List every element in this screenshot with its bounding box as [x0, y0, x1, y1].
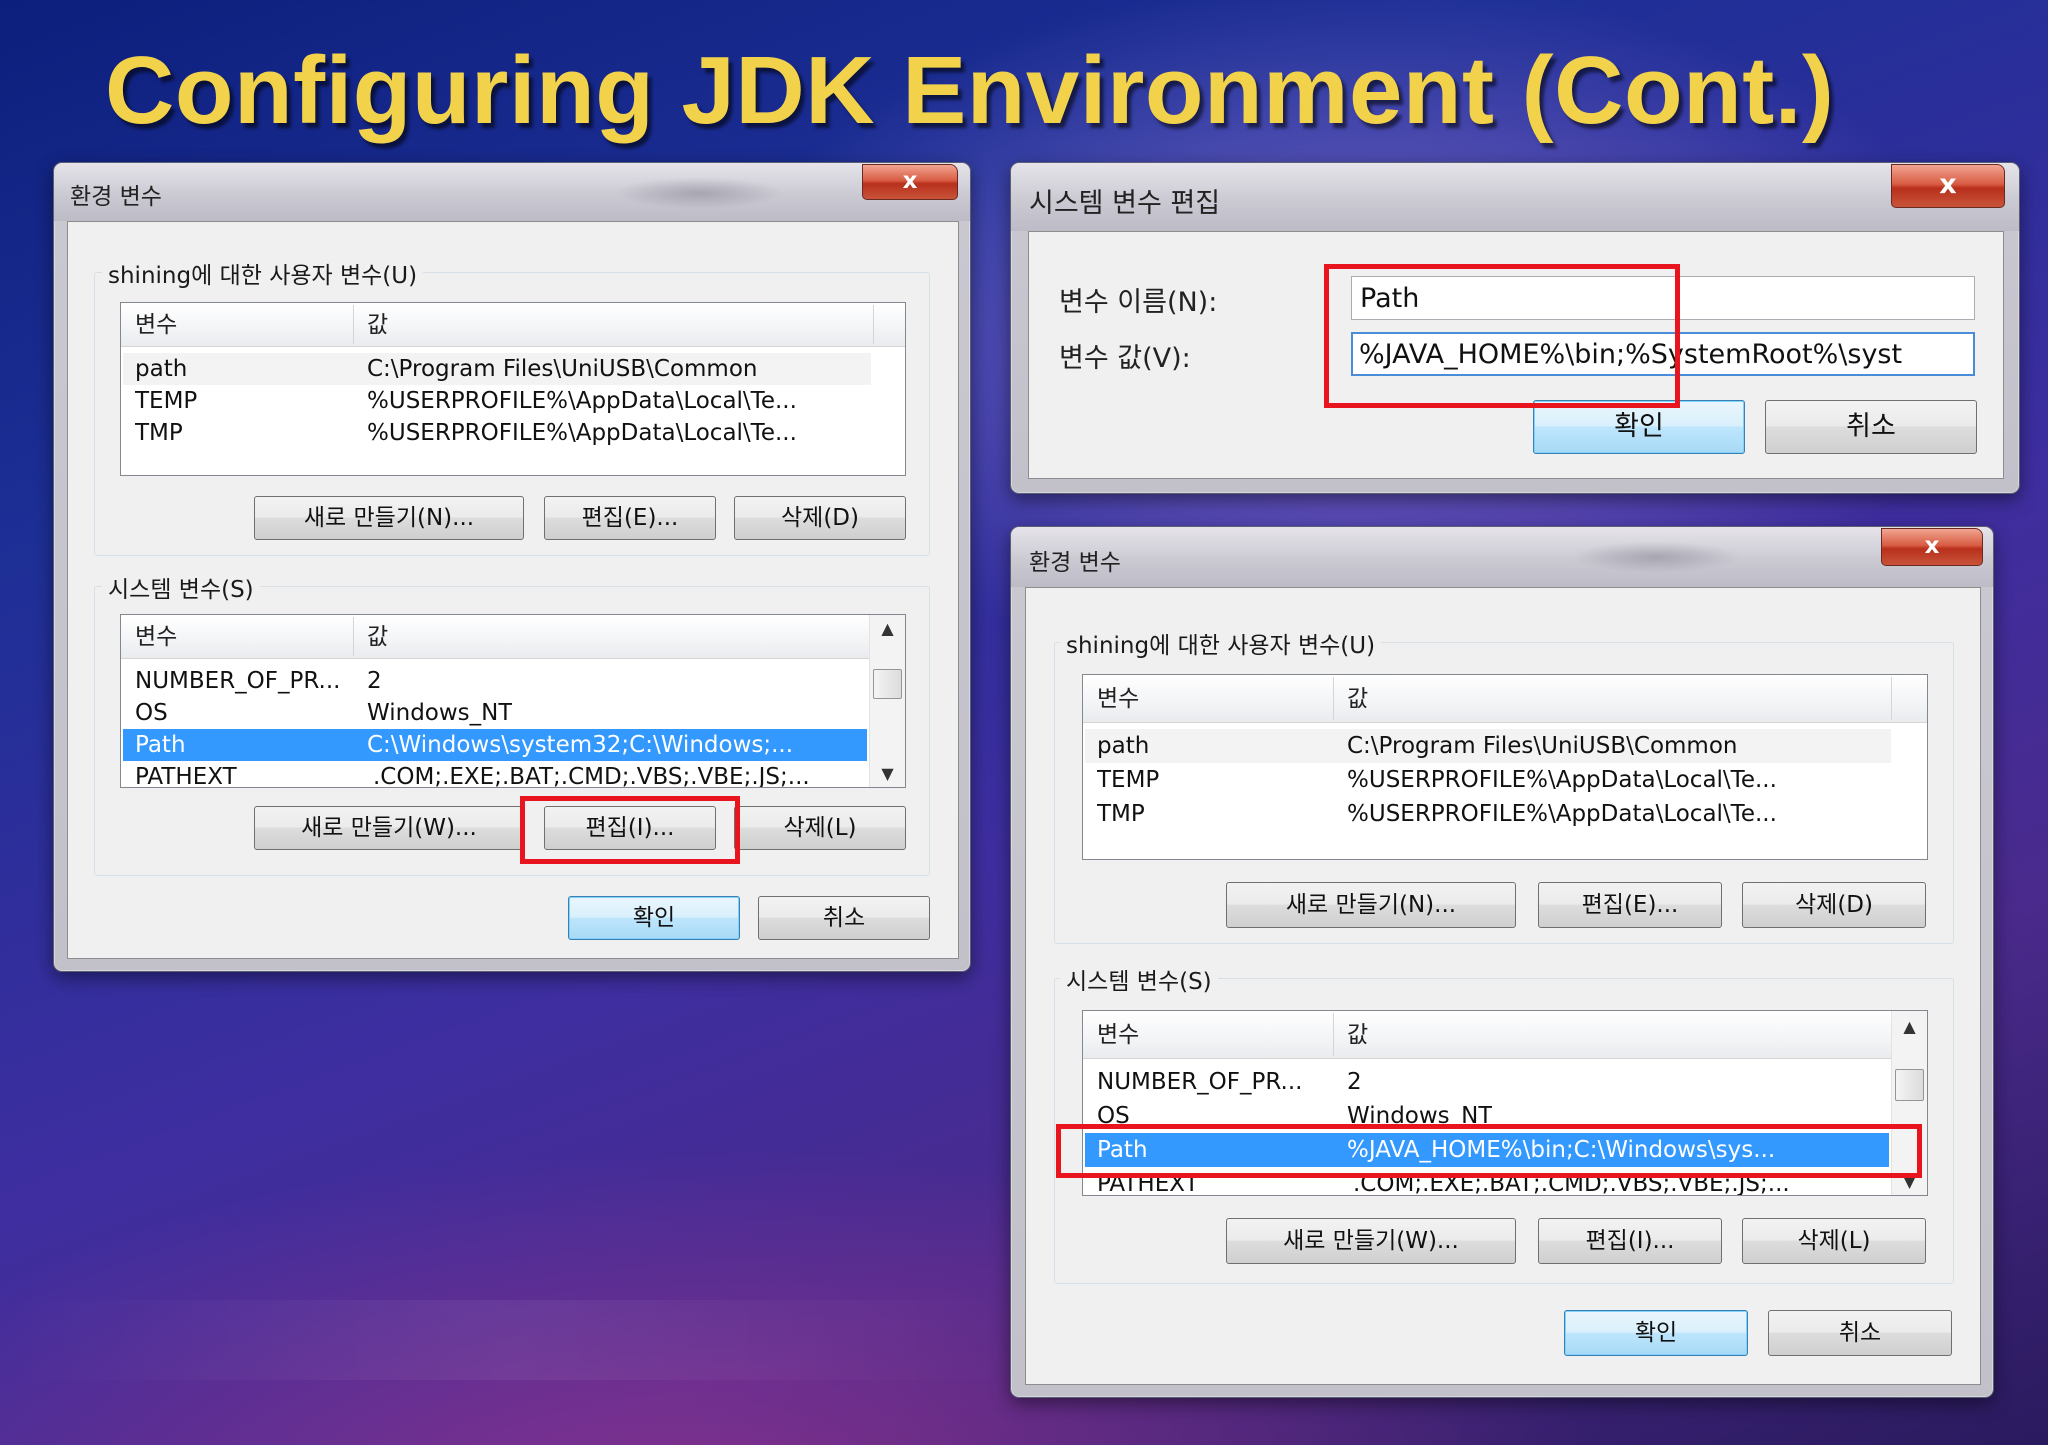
column-header-value[interactable]: 값 — [1347, 1011, 1368, 1058]
system-delete-button[interactable]: 삭제(L) — [734, 806, 906, 850]
slide-title: Configuring JDK Environment (Cont.) — [105, 37, 1835, 144]
user-variables-label: shining에 대한 사용자 변수(U) — [102, 256, 424, 290]
system-variables-label: 시스템 변수(S) — [1060, 962, 1218, 996]
ok-button[interactable]: 확인 — [1564, 1310, 1748, 1356]
list-item-selected[interactable]: Path C:\Windows\system32;C:\Windows;... — [123, 729, 867, 761]
list-item[interactable]: OS Windows_NT — [123, 697, 867, 729]
column-header-value[interactable]: 값 — [367, 615, 388, 658]
user-edit-button[interactable]: 편집(E)... — [544, 496, 716, 540]
user-delete-button[interactable]: 삭제(D) — [734, 496, 906, 540]
ok-button[interactable]: 확인 — [568, 896, 740, 940]
highlight-path-row — [1056, 1124, 1922, 1178]
close-button[interactable]: x — [1881, 528, 1983, 566]
highlight-edit-button — [520, 796, 740, 864]
list-item[interactable]: TMP %USERPROFILE%\AppData\Local\Te... — [1085, 797, 1891, 831]
user-delete-button[interactable]: 삭제(D) — [1742, 882, 1926, 928]
scroll-up-icon[interactable]: ▲ — [870, 619, 905, 638]
list-item[interactable]: path C:\Program Files\UniUSB\Common — [1085, 729, 1891, 763]
close-button[interactable]: x — [862, 164, 958, 200]
system-delete-button[interactable]: 삭제(L) — [1742, 1218, 1926, 1264]
env-window-titlebar[interactable]: 환경 변수 x — [54, 163, 970, 221]
window-title: 시스템 변수 편집 — [1029, 188, 1221, 219]
env-variables-window: 환경 변수 x shining에 대한 사용자 변수(U) 변수 값 path … — [53, 162, 971, 972]
scroll-down-icon[interactable]: ▼ — [870, 764, 905, 783]
column-header-variable[interactable]: 변수 — [1097, 1011, 1139, 1058]
user-variables-list[interactable]: 변수 값 path C:\Program Files\UniUSB\Common… — [1082, 674, 1928, 860]
env-variables-window-after: 환경 변수 x shining에 대한 사용자 변수(U) 변수 값 path … — [1010, 526, 1994, 1398]
user-variables-label: shining에 대한 사용자 변수(U) — [1060, 626, 1382, 660]
system-new-button[interactable]: 새로 만들기(W)... — [1226, 1218, 1516, 1264]
column-header-value[interactable]: 값 — [1347, 675, 1368, 722]
system-variables-list[interactable]: 변수 값 NUMBER_OF_PR... 2 OS Windows_NT Pat… — [120, 614, 906, 788]
highlight-variable-fields — [1324, 264, 1680, 408]
scroll-up-icon[interactable]: ▲ — [1892, 1017, 1927, 1036]
system-variables-label: 시스템 변수(S) — [102, 570, 260, 604]
window-title: 환경 변수 — [70, 184, 162, 210]
user-new-button[interactable]: 새로 만들기(N)... — [1226, 882, 1516, 928]
vertical-scrollbar[interactable]: ▲ ▼ — [869, 615, 905, 787]
system-new-button[interactable]: 새로 만들기(W)... — [254, 806, 524, 850]
list-item[interactable]: PATHEXT .COM;.EXE;.BAT;.CMD;.VBS;.VBE;.J… — [123, 761, 867, 787]
env-window-client: shining에 대한 사용자 변수(U) 변수 값 path C:\Progr… — [1025, 587, 1981, 1385]
close-button[interactable]: x — [1891, 164, 2005, 208]
list-item[interactable]: TEMP %USERPROFILE%\AppData\Local\Te... — [123, 385, 871, 417]
column-header-variable[interactable]: 변수 — [1097, 675, 1139, 722]
variable-value-label: 변수 값(V): — [1059, 343, 1191, 374]
edit-window-titlebar[interactable]: 시스템 변수 편집 x — [1011, 163, 2019, 231]
scroll-thumb[interactable] — [873, 669, 902, 699]
cancel-button[interactable]: 취소 — [1768, 1310, 1952, 1356]
column-header-variable[interactable]: 변수 — [135, 615, 177, 658]
cancel-button[interactable]: 취소 — [1765, 400, 1977, 454]
variable-name-label: 변수 이름(N): — [1059, 287, 1218, 318]
list-item[interactable]: path C:\Program Files\UniUSB\Common — [123, 353, 871, 385]
column-header-variable[interactable]: 변수 — [135, 303, 177, 346]
ok-button[interactable]: 확인 — [1533, 400, 1745, 454]
column-header-value[interactable]: 값 — [367, 303, 388, 346]
list-item[interactable]: TMP %USERPROFILE%\AppData\Local\Te... — [123, 417, 871, 449]
cancel-button[interactable]: 취소 — [758, 896, 930, 940]
list-item[interactable]: TEMP %USERPROFILE%\AppData\Local\Te... — [1085, 763, 1891, 797]
window-title: 환경 변수 — [1029, 550, 1121, 576]
env-window-titlebar[interactable]: 환경 변수 x — [1011, 527, 1993, 587]
list-item[interactable]: NUMBER_OF_PR... 2 — [123, 665, 867, 697]
env-window-client: shining에 대한 사용자 변수(U) 변수 값 path C:\Progr… — [67, 221, 959, 959]
user-variables-list[interactable]: 변수 값 path C:\Program Files\UniUSB\Common… — [120, 302, 906, 476]
background-band — [0, 1300, 1020, 1380]
scroll-thumb[interactable] — [1895, 1069, 1924, 1101]
user-edit-button[interactable]: 편집(E)... — [1538, 882, 1722, 928]
list-item[interactable]: NUMBER_OF_PR... 2 — [1085, 1065, 1889, 1099]
user-new-button[interactable]: 새로 만들기(N)... — [254, 496, 524, 540]
system-edit-button[interactable]: 편집(I)... — [1538, 1218, 1722, 1264]
